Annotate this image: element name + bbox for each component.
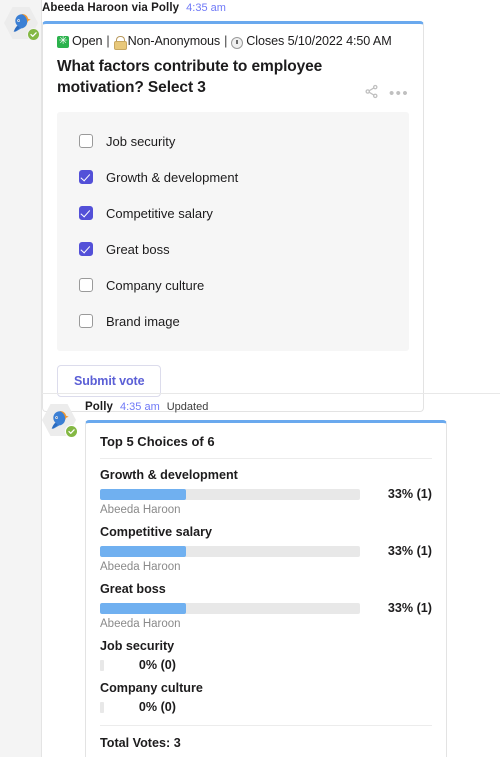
result-row: Competitive salary 33% (1) Abeeda Haroon bbox=[100, 516, 432, 573]
polly-parrot-avatar bbox=[42, 403, 78, 438]
result-percent: 0% (0) bbox=[138, 658, 176, 672]
poll-question: What factors contribute to employee moti… bbox=[57, 58, 323, 96]
result-bar-fill bbox=[100, 602, 186, 614]
result-label: Job security bbox=[100, 639, 175, 653]
result-bar-track bbox=[100, 602, 360, 614]
results-message-header: Polly 4:35 am Updated bbox=[85, 401, 482, 416]
poll-option-row[interactable]: Company culture bbox=[57, 267, 409, 303]
result-label: Company culture bbox=[100, 681, 203, 695]
poll-option-row[interactable]: Competitive salary bbox=[57, 195, 409, 231]
result-voter: Abeeda Haroon bbox=[100, 561, 181, 573]
status-separator-2: | bbox=[224, 34, 228, 48]
poll-option-row[interactable]: Growth & development bbox=[57, 159, 409, 195]
status-separator-1: | bbox=[106, 34, 110, 48]
share-icon[interactable] bbox=[364, 84, 379, 104]
poll-option-label: Growth & development bbox=[106, 169, 239, 185]
result-row: Company culture 0% (0) bbox=[100, 672, 432, 714]
checkbox-great-boss[interactable] bbox=[79, 242, 93, 257]
verified-check-badge bbox=[27, 28, 40, 41]
results-timestamp: 4:35 am bbox=[119, 401, 160, 413]
result-bar-line: 0% (0) bbox=[100, 658, 432, 672]
results-message: Polly 4:35 am Updated Top 5 Choices of 6… bbox=[42, 401, 482, 757]
poll-message: Abeeda Haroon via Polly 4:35 am Open | N… bbox=[42, 2, 428, 413]
result-percent: 0% (0) bbox=[138, 700, 176, 714]
result-label: Great boss bbox=[100, 582, 166, 596]
poll-option-label: Competitive salary bbox=[106, 205, 213, 221]
poll-timestamp: 4:35 am bbox=[186, 2, 226, 14]
poll-status-closes: Closes 5/10/2022 4:50 AM bbox=[246, 34, 392, 48]
results-avatar bbox=[42, 401, 78, 757]
result-voter: Abeeda Haroon bbox=[100, 504, 181, 516]
results-title: Top 5 Choices of 6 bbox=[100, 434, 432, 459]
poll-status-line: Open | Non-Anonymous | Closes 5/10/2022 … bbox=[57, 34, 409, 50]
result-bar-line: 33% (1) bbox=[100, 601, 432, 615]
poll-option-row[interactable]: Brand image bbox=[57, 303, 409, 339]
result-bar-track bbox=[100, 701, 104, 713]
result-bar-line: 33% (1) bbox=[100, 544, 432, 558]
result-row: Growth & development 33% (1) Abeeda Haro… bbox=[100, 459, 432, 516]
result-bar-fill bbox=[100, 488, 186, 500]
poll-card-actions: ••• bbox=[364, 84, 409, 104]
poll-option-label: Brand image bbox=[106, 313, 180, 329]
result-percent: 33% (1) bbox=[387, 487, 432, 501]
result-row: Great boss 33% (1) Abeeda Haroon bbox=[100, 573, 432, 630]
poll-card-body: Open | Non-Anonymous | Closes 5/10/2022 … bbox=[43, 24, 423, 411]
avatar bbox=[4, 6, 40, 41]
results-updated-label: Updated bbox=[166, 401, 209, 413]
result-bar-track bbox=[100, 659, 104, 671]
result-row: Job security 0% (0) bbox=[100, 630, 432, 672]
message-divider bbox=[42, 393, 500, 394]
results-card-body: Top 5 Choices of 6 Growth & development … bbox=[86, 423, 446, 757]
left-rail bbox=[0, 0, 42, 757]
polly-parrot-avatar bbox=[4, 6, 40, 41]
checkbox-brand-image[interactable] bbox=[79, 314, 93, 329]
result-bar-track bbox=[100, 545, 360, 557]
result-percent: 33% (1) bbox=[387, 601, 432, 615]
clock-icon bbox=[231, 37, 244, 49]
check-icon bbox=[30, 32, 37, 37]
poll-option-row[interactable]: Job security bbox=[57, 123, 409, 159]
result-label: Growth & development bbox=[100, 468, 238, 482]
result-bar-line: 33% (1) bbox=[100, 487, 432, 501]
results-footer: Total Votes: 3 View all results bbox=[100, 725, 432, 757]
checkbox-job-security[interactable] bbox=[79, 134, 93, 149]
results-card: Top 5 Choices of 6 Growth & development … bbox=[85, 420, 447, 757]
green-sparkle-icon bbox=[57, 34, 69, 48]
poll-message-header: Abeeda Haroon via Polly 4:35 am bbox=[42, 2, 428, 17]
poll-option-label: Company culture bbox=[106, 277, 205, 293]
poll-status-anonymity: Non-Anonymous bbox=[127, 34, 221, 48]
result-bar-track bbox=[100, 488, 360, 500]
checkbox-competitive-salary[interactable] bbox=[79, 206, 93, 221]
result-voter: Abeeda Haroon bbox=[100, 618, 181, 630]
poll-status-open: Open bbox=[72, 34, 103, 48]
polly-poll-screen: Abeeda Haroon via Polly 4:35 am Open | N… bbox=[0, 0, 500, 757]
results-author-name: Polly bbox=[85, 401, 113, 413]
more-options-icon[interactable]: ••• bbox=[389, 86, 409, 101]
result-percent: 33% (1) bbox=[387, 544, 432, 558]
lock-icon bbox=[113, 36, 127, 50]
poll-option-label: Job security bbox=[106, 133, 176, 149]
result-bar-fill bbox=[100, 545, 186, 557]
check-icon bbox=[68, 429, 75, 434]
checkbox-company-culture[interactable] bbox=[79, 278, 93, 293]
poll-author-name: Abeeda Haroon via Polly bbox=[42, 2, 180, 14]
poll-option-row[interactable]: Great boss bbox=[57, 231, 409, 267]
result-label: Competitive salary bbox=[100, 525, 212, 539]
poll-options-list: Job security Growth & development Compet… bbox=[57, 112, 409, 352]
poll-card: Open | Non-Anonymous | Closes 5/10/2022 … bbox=[42, 21, 424, 413]
verified-check-badge bbox=[65, 425, 78, 438]
checkbox-growth-development[interactable] bbox=[79, 170, 93, 185]
total-votes: Total Votes: 3 bbox=[100, 736, 181, 750]
poll-option-label: Great boss bbox=[106, 241, 170, 257]
result-bar-line: 0% (0) bbox=[100, 700, 432, 714]
